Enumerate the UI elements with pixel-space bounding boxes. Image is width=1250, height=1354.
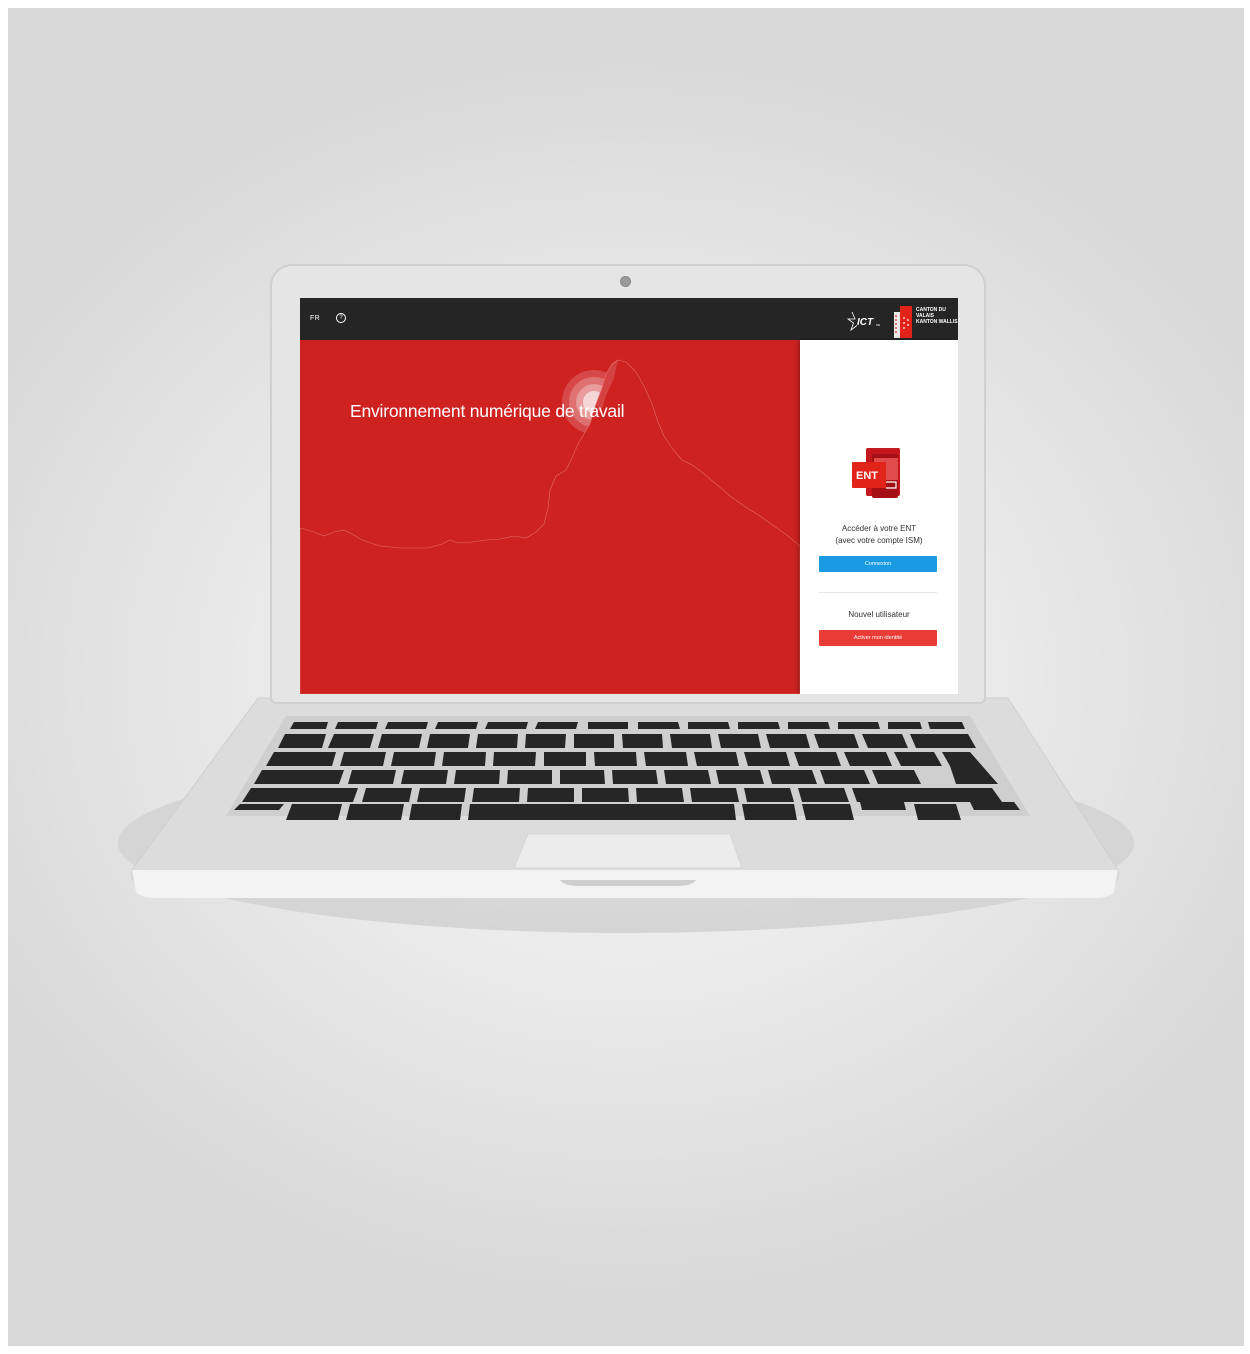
- ent-app-icon: ENT: [852, 448, 900, 498]
- new-user-heading: Nouvel utilisateur: [848, 610, 910, 619]
- svg-text:vs: vs: [876, 322, 880, 327]
- access-description: Accéder à votre ENT (avec votre compte I…: [800, 523, 958, 547]
- top-bar: FR ? ICT vs CANTON DU VALAIS KANTON WALL…: [300, 298, 958, 340]
- divider: [819, 592, 937, 593]
- canton-name-fr: CANTON DU VALAIS: [916, 307, 946, 319]
- ent-icon-label: ENT: [856, 470, 878, 482]
- ict-logo: ICT vs: [846, 311, 880, 332]
- help-icon[interactable]: ?: [336, 313, 346, 323]
- background: FR ? ICT vs CANTON DU VALAIS KANTON WALL…: [8, 8, 1244, 1346]
- language-selector[interactable]: FR: [310, 315, 320, 322]
- canton-flag-logo: [894, 306, 912, 338]
- connexion-button[interactable]: Connexion: [819, 556, 937, 572]
- access-line-1: Accéder à votre ENT: [841, 524, 917, 533]
- hero-title: Environnement numérique de travail: [350, 401, 625, 421]
- activate-identity-button[interactable]: Activer mon identité: [819, 630, 937, 646]
- hero-banner: Environnement numérique de travail: [300, 340, 800, 694]
- access-line-2: (avec votre compte ISM): [835, 536, 923, 545]
- canton-name: CANTON DU VALAIS KANTON WALLIS: [916, 307, 958, 325]
- login-panel: ENT Accéder à votre ENT (avec votre comp…: [800, 340, 958, 694]
- laptop-screen: FR ? ICT vs CANTON DU VALAIS KANTON WALL…: [300, 298, 958, 694]
- canton-name-de: KANTON WALLIS: [916, 319, 958, 325]
- svg-text:ICT: ICT: [857, 317, 874, 328]
- webcam: [620, 276, 631, 287]
- keyboard-keys: [234, 722, 1020, 820]
- mountain-illustration: [300, 359, 800, 694]
